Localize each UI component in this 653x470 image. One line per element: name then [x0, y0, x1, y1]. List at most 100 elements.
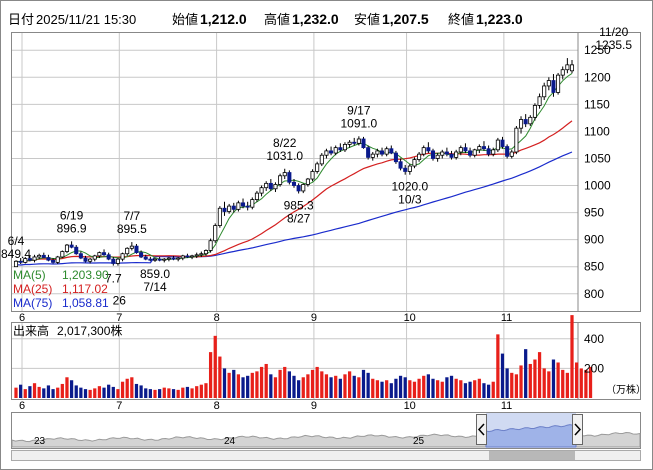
candle-body [278, 175, 283, 185]
volume-bar [334, 375, 338, 398]
header-datetime: 2025/11/21 15:30 [36, 12, 136, 27]
volume-bar [176, 389, 180, 398]
volume-bar [565, 372, 569, 398]
candle-body [180, 255, 185, 259]
candle-body [509, 151, 514, 157]
volume-bar [46, 385, 51, 398]
volume-bar [459, 380, 463, 398]
candle-body [120, 253, 125, 260]
volume-bar [269, 374, 273, 398]
candle-body [458, 147, 463, 153]
volume-bar [403, 377, 407, 398]
legend-ma25-value: 1,117.02 [62, 282, 108, 296]
price-tick-label: 1150 [584, 97, 610, 111]
volume-bar [375, 380, 380, 398]
volume-bar [130, 377, 134, 398]
candle-body [505, 146, 510, 157]
candle-body [125, 247, 130, 255]
candle-body [472, 149, 477, 156]
candle-body [97, 252, 102, 257]
volume-bar [431, 378, 435, 398]
volume-bar [510, 372, 514, 398]
volume-bar [51, 389, 55, 398]
candle-body [449, 153, 454, 158]
candle-body [245, 205, 250, 208]
volume-bar [380, 381, 384, 398]
volume-bar [320, 371, 324, 398]
price-tick-label: 800 [584, 287, 604, 301]
volume-bar [56, 387, 60, 398]
volume-bar [473, 380, 477, 398]
volume-bar [547, 371, 551, 398]
volume-bar [514, 374, 519, 398]
candle-body [171, 257, 176, 260]
volume-bar [575, 362, 579, 398]
annotation-price: 1031.0 [266, 149, 303, 163]
candle-body [236, 202, 241, 210]
candle-body [92, 255, 97, 260]
volume-bar [120, 381, 125, 398]
navigator-left-handle[interactable] [476, 414, 487, 445]
candle-body [185, 255, 190, 258]
header-low-value: 1,207.5 [382, 11, 429, 27]
volume-bar [389, 383, 393, 398]
candle-body [203, 250, 208, 255]
volume-bar [357, 377, 361, 398]
candle-body [477, 146, 482, 151]
volume-bar [88, 389, 92, 398]
volume-bar [74, 385, 78, 398]
candle-body [213, 225, 218, 242]
candle-body [37, 254, 42, 258]
price-tick-label: 1200 [584, 70, 611, 84]
navigator-year-25: 25 [413, 436, 425, 447]
candle-body [329, 150, 334, 154]
candle-body [208, 240, 213, 251]
volume-bar [338, 378, 342, 398]
month-label: 6 [19, 400, 25, 412]
volume-bar [148, 389, 152, 398]
candle-body [495, 139, 500, 151]
candle-body [366, 147, 371, 158]
month-label: 10 [404, 400, 416, 412]
legend-ma5-value: 1,203.90 [62, 268, 109, 282]
header-high-label: 高値 [264, 12, 290, 27]
candle-body [55, 256, 60, 263]
candle-body [319, 154, 324, 165]
volume-bar [449, 375, 454, 398]
candle-body [18, 260, 23, 263]
volume-bar [519, 365, 523, 398]
volume-bar [310, 369, 315, 398]
candle-body [217, 207, 222, 226]
candle-body [60, 251, 65, 258]
navigator-right-handle[interactable] [572, 414, 583, 445]
annotation-price: 896.9 [57, 221, 87, 235]
candle-body [426, 147, 431, 152]
candle-body [417, 153, 422, 160]
volume-bar [486, 384, 491, 398]
candle-body [162, 258, 167, 261]
volume-bar [167, 388, 171, 398]
candle-body [69, 244, 74, 248]
volume-bar [23, 389, 27, 398]
volume-bar [533, 359, 537, 398]
candle-body [500, 139, 505, 147]
volume-bar [255, 371, 259, 398]
volume-bar [83, 389, 88, 398]
price-tick-label: 950 [584, 206, 604, 220]
navigator-year-23: 23 [34, 436, 46, 447]
annotation-price: 985.3 [284, 198, 314, 212]
volume-bar [537, 352, 542, 398]
volume-bar [208, 352, 213, 398]
candle-body [542, 85, 547, 98]
annotation-price: 1235.5 [595, 38, 632, 52]
volume-bar [111, 386, 115, 398]
header-close-label: 終値 [448, 12, 474, 27]
candle-body [528, 116, 533, 125]
navigator-scroll-thumb[interactable] [489, 451, 575, 460]
annotation-date: 8/27 [287, 211, 311, 225]
month-label: 11 [501, 400, 512, 412]
volume-bar [440, 381, 444, 398]
volume-bar [232, 369, 236, 398]
candle-body [152, 258, 158, 261]
candle-body [384, 148, 389, 155]
